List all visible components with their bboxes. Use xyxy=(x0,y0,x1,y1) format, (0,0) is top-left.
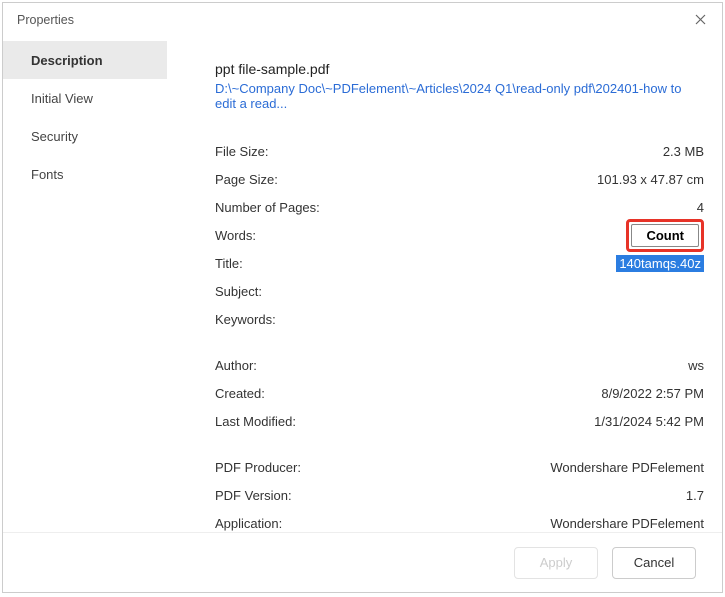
apply-button: Apply xyxy=(514,547,598,579)
row-producer: PDF Producer: Wondershare PDFelement xyxy=(215,453,704,481)
label-pages: Number of Pages: xyxy=(215,200,320,215)
row-pages: Number of Pages: 4 xyxy=(215,193,704,221)
row-author: Author: ws xyxy=(215,351,704,379)
file-name: ppt file-sample.pdf xyxy=(215,61,704,77)
titlebar: Properties xyxy=(3,3,722,37)
row-modified: Last Modified: 1/31/2024 5:42 PM xyxy=(215,407,704,435)
label-modified: Last Modified: xyxy=(215,414,296,429)
sidebar-item-label: Fonts xyxy=(31,167,64,182)
window-title: Properties xyxy=(17,13,74,27)
cancel-button[interactable]: Cancel xyxy=(612,547,696,579)
value-producer: Wondershare PDFelement xyxy=(550,460,704,475)
row-title: Title: 140tamqs.40z xyxy=(215,249,704,277)
close-icon xyxy=(695,14,706,25)
label-producer: PDF Producer: xyxy=(215,460,301,475)
value-version: 1.7 xyxy=(686,488,704,503)
sidebar-item-security[interactable]: Security xyxy=(3,117,167,155)
row-version: PDF Version: 1.7 xyxy=(215,481,704,509)
row-words: Words: Count xyxy=(215,221,704,249)
count-button[interactable]: Count xyxy=(631,224,699,247)
sidebar-item-label: Security xyxy=(31,129,78,144)
value-page-size: 101.93 x 47.87 cm xyxy=(597,172,704,187)
value-pages: 4 xyxy=(697,200,704,215)
close-button[interactable] xyxy=(690,10,710,30)
spacer xyxy=(215,333,704,351)
row-page-size: Page Size: 101.93 x 47.87 cm xyxy=(215,165,704,193)
label-author: Author: xyxy=(215,358,257,373)
sidebar-item-initial-view[interactable]: Initial View xyxy=(3,79,167,117)
value-application: Wondershare PDFelement xyxy=(550,516,704,531)
row-application: Application: Wondershare PDFelement xyxy=(215,509,704,532)
label-application: Application: xyxy=(215,516,282,531)
spacer xyxy=(215,435,704,453)
label-keywords: Keywords: xyxy=(215,312,276,327)
dialog-footer: Apply Cancel xyxy=(3,532,722,592)
row-file-size: File Size: 2.3 MB xyxy=(215,137,704,165)
label-words: Words: xyxy=(215,228,256,243)
file-path-link[interactable]: D:\~Company Doc\~PDFelement\~Articles\20… xyxy=(215,81,704,111)
sidebar-item-label: Description xyxy=(31,53,103,68)
value-modified: 1/31/2024 5:42 PM xyxy=(594,414,704,429)
value-file-size: 2.3 MB xyxy=(663,144,704,159)
label-subject: Subject: xyxy=(215,284,262,299)
label-page-size: Page Size: xyxy=(215,172,278,187)
label-version: PDF Version: xyxy=(215,488,292,503)
count-highlight-box: Count xyxy=(626,219,704,252)
row-subject: Subject: xyxy=(215,277,704,305)
value-created: 8/9/2022 2:57 PM xyxy=(601,386,704,401)
properties-dialog: Properties Description Initial View Secu… xyxy=(2,2,723,593)
dialog-body: Description Initial View Security Fonts … xyxy=(3,37,722,532)
row-keywords: Keywords: xyxy=(215,305,704,333)
sidebar-item-label: Initial View xyxy=(31,91,93,106)
label-created: Created: xyxy=(215,386,265,401)
value-title[interactable]: 140tamqs.40z xyxy=(616,255,704,272)
label-file-size: File Size: xyxy=(215,144,268,159)
sidebar-item-description[interactable]: Description xyxy=(3,41,167,79)
sidebar-item-fonts[interactable]: Fonts xyxy=(3,155,167,193)
sidebar: Description Initial View Security Fonts xyxy=(3,37,167,532)
value-author[interactable]: ws xyxy=(688,358,704,373)
main-panel: ppt file-sample.pdf D:\~Company Doc\~PDF… xyxy=(167,37,722,532)
label-title: Title: xyxy=(215,256,243,271)
row-created: Created: 8/9/2022 2:57 PM xyxy=(215,379,704,407)
